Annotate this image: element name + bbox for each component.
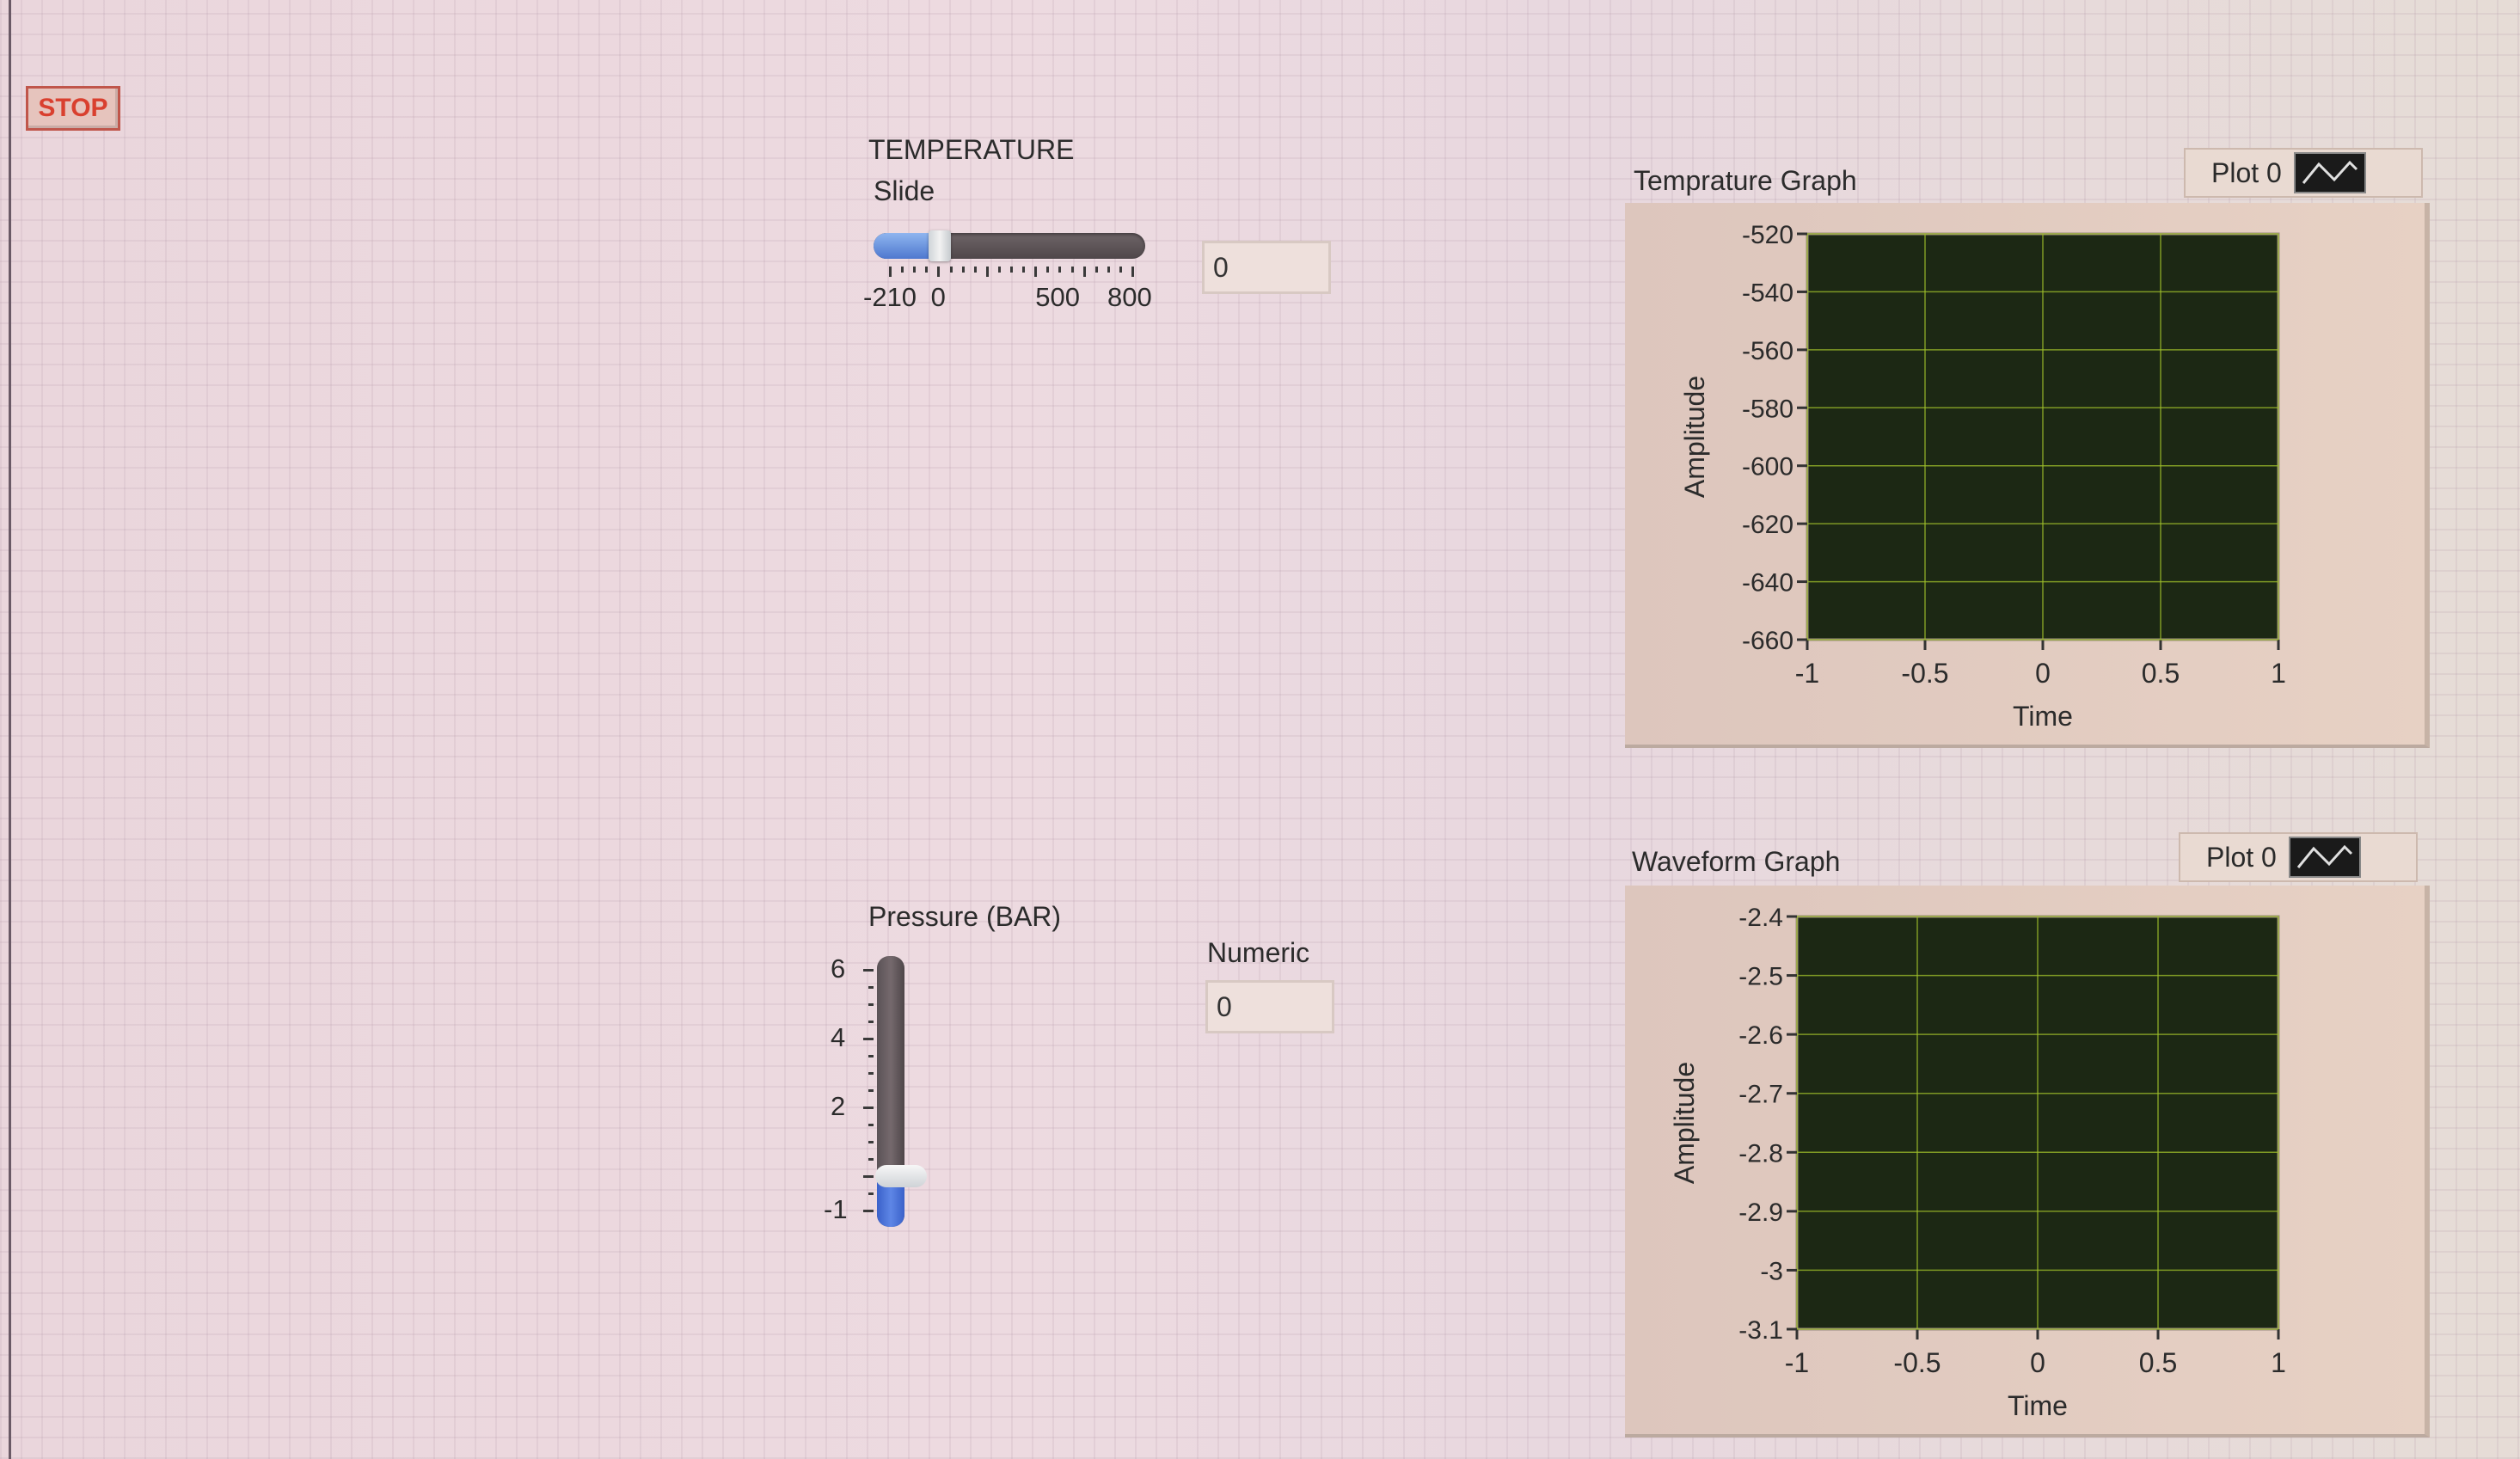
- slide-tick: [1094, 267, 1098, 273]
- wave-y-tick-label: -2.9: [1738, 1198, 1783, 1227]
- tank-tick-label: 4: [831, 1022, 846, 1052]
- waveform-graph[interactable]: -1 -0.5 0 0.5 1 -2.4 -2.5 -2.6 -2.7 -2.8 -2.9 -3 -3.…: [1625, 886, 2425, 1434]
- wave-y-tick-label: -3: [1760, 1257, 1783, 1285]
- slide-tick-label: -210: [863, 282, 917, 312]
- temp-y-tick-label: -540: [1742, 279, 1793, 307]
- temp-y-tick-label: -620: [1742, 511, 1793, 539]
- wave-y-tick-label: -2.8: [1738, 1139, 1783, 1168]
- slide-tick: [1058, 267, 1062, 273]
- wave-y-axis-label: Amplitude: [1669, 1062, 1700, 1184]
- temp-x-tick-label: 0.5: [2142, 658, 2180, 689]
- temp-y-tick-label: -640: [1742, 569, 1793, 598]
- slide-tick: [1082, 267, 1086, 277]
- wave-y-tick-label: -2.4: [1738, 904, 1783, 932]
- tank-tick: [868, 1055, 874, 1057]
- temp-x-tick-label: -1: [1795, 658, 1819, 689]
- plot-legend-label: Plot 0: [2211, 156, 2282, 188]
- numeric-label: Numeric: [1207, 937, 1310, 968]
- slide-tick: [1010, 267, 1013, 273]
- slide-tick: [889, 267, 892, 277]
- temp-y-tick-label: -520: [1742, 221, 1793, 249]
- slide-tick: [973, 267, 977, 273]
- tank-tick: [863, 969, 874, 972]
- tank-tick: [868, 1158, 874, 1161]
- wave-x-tick-label: 1: [2271, 1347, 2286, 1378]
- slide-tick: [1131, 267, 1134, 277]
- slide-tick: [937, 267, 941, 277]
- temp-y-tick-label: -660: [1742, 627, 1793, 655]
- tank-tick-label: -1: [824, 1194, 848, 1224]
- wave-y-tick-label: -2.5: [1738, 963, 1783, 991]
- temperature-plot-legend[interactable]: Plot 0: [2184, 148, 2423, 198]
- wave-x-tick-label: -0.5: [1893, 1347, 1941, 1378]
- wave-y-tick-label: -2.7: [1738, 1081, 1783, 1109]
- slide-tick: [1107, 267, 1110, 273]
- pressure-tank-thumb[interactable]: [875, 1165, 927, 1187]
- slide-tick: [901, 267, 904, 273]
- slide-tick: [925, 267, 929, 273]
- temperature-graph[interactable]: -1 -0.5 0 0.5 1 -520 -540 -560 -580 -600 -620 -640 -…: [1625, 203, 2425, 745]
- waveform-graph-title: Waveform Graph: [1632, 846, 1841, 877]
- temperature-caption: TEMPERATURE: [868, 134, 1075, 165]
- temp-y-tick-label: -600: [1742, 453, 1793, 481]
- wave-y-tick-label: -2.6: [1738, 1021, 1783, 1050]
- slide-tick: [1046, 267, 1050, 273]
- tank-tick: [863, 1038, 874, 1040]
- tank-tick: [863, 1210, 874, 1212]
- tank-tick: [868, 1141, 874, 1143]
- wave-x-tick-label: -1: [1785, 1347, 1809, 1378]
- tank-tick-label: 2: [831, 1091, 846, 1121]
- numeric-display[interactable]: 0: [1205, 980, 1334, 1033]
- pressure-label: Pressure (BAR): [868, 901, 1062, 932]
- temp-x-axis-label: Time: [2013, 701, 2073, 732]
- slide-tick: [961, 267, 965, 273]
- wave-x-tick-label: 0.5: [2139, 1347, 2177, 1378]
- plot-legend-label: Plot 0: [2206, 841, 2277, 873]
- waveform-icon: [2288, 837, 2361, 878]
- waveform-icon: [2293, 152, 2366, 193]
- temperature-value-display[interactable]: 0: [1202, 241, 1331, 294]
- tank-tick: [868, 1003, 874, 1006]
- tank-tick: [868, 1021, 874, 1023]
- slide-tick-label: 500: [1035, 282, 1080, 312]
- temp-x-tick-label: 1: [2271, 658, 2286, 689]
- temp-x-tick-label: -0.5: [1901, 658, 1948, 689]
- temperature-slide-thumb[interactable]: [928, 230, 951, 261]
- tank-tick-label: 6: [831, 953, 846, 984]
- temperature-graph-title: Temprature Graph: [1634, 165, 1857, 196]
- waveform-plot-legend[interactable]: Plot 0: [2179, 832, 2418, 882]
- tank-tick: [868, 1089, 874, 1092]
- slide-tick: [997, 267, 1001, 273]
- wave-x-axis-label: Time: [2008, 1390, 2068, 1421]
- tank-tick: [863, 1107, 874, 1109]
- slide-tick: [1022, 267, 1026, 273]
- tank-tick: [868, 1072, 874, 1075]
- tank-tick: [868, 1192, 874, 1195]
- temp-y-tick-label: -580: [1742, 395, 1793, 423]
- slide-tick: [985, 267, 989, 277]
- slide-tick: [949, 267, 953, 273]
- slide-label: Slide: [874, 175, 935, 206]
- slide-tick: [1119, 267, 1122, 273]
- tank-tick: [868, 986, 874, 989]
- slide-tick-label: 800: [1107, 282, 1152, 312]
- tank-tick: [868, 1124, 874, 1126]
- stop-button[interactable]: STOP: [26, 86, 120, 131]
- wave-y-tick-label: -3.1: [1738, 1316, 1783, 1345]
- panel-left-border: [9, 0, 11, 1459]
- temp-x-tick-label: 0: [2035, 658, 2051, 689]
- slide-tick: [1070, 267, 1074, 273]
- wave-x-tick-label: 0: [2030, 1347, 2045, 1378]
- temp-y-tick-label: -560: [1742, 337, 1793, 365]
- slide-tick: [1034, 267, 1038, 277]
- temp-y-axis-label: Amplitude: [1679, 376, 1710, 498]
- tank-tick: [863, 1175, 874, 1178]
- slide-tick: [913, 267, 917, 273]
- slide-tick-label: 0: [930, 282, 946, 312]
